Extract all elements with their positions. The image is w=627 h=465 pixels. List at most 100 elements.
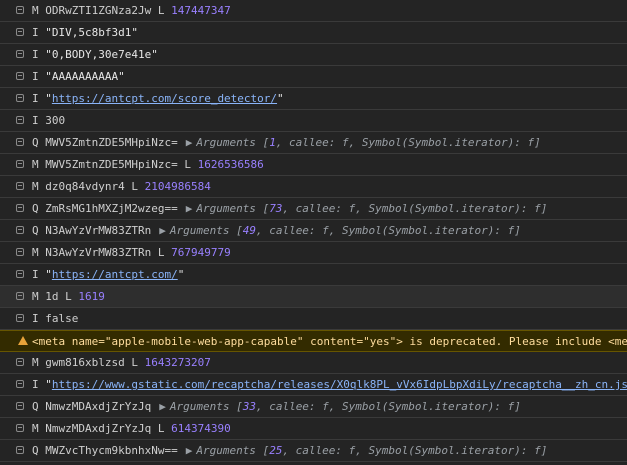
expand-group-icon[interactable]	[16, 446, 24, 454]
log-text: false	[45, 312, 79, 325]
log-prefix: I	[32, 312, 39, 325]
expand-group-icon[interactable]	[16, 72, 24, 80]
console-log-row[interactable]: I false	[0, 308, 627, 330]
log-text: ZmRsMG1hMXZjM2wzeg==	[45, 202, 178, 215]
console-log-row[interactable]: Q ZmRsMG1hMXZjM2wzeg== ▶ Arguments [73, ca…	[0, 198, 627, 220]
console-log-row[interactable]: M 1d L 1619	[0, 286, 627, 308]
expand-group-icon[interactable]	[16, 138, 24, 146]
arguments-length: 33	[242, 400, 256, 413]
log-prefix: M	[32, 180, 39, 193]
arguments-rest: , callee: f, Symbol(Symbol.iterator): f]	[275, 136, 541, 149]
quote-open: "	[45, 268, 52, 281]
log-prefix: I	[32, 26, 39, 39]
console-log-row[interactable]: I 300	[0, 110, 627, 132]
console-log-row[interactable]: Q MWZvcThycm9kbnhxNw== ▶ Arguments [25, ca…	[0, 440, 627, 462]
log-string: "AAAAAAAAAA"	[45, 70, 125, 83]
expand-group-icon[interactable]	[16, 380, 24, 388]
expand-arguments-icon[interactable]: ▶	[159, 400, 166, 413]
log-number: 1619	[78, 290, 105, 303]
log-text: ODRwZTI1ZGNza2Jw L	[45, 4, 165, 17]
log-text: gwm816xblzsd L	[45, 356, 138, 369]
log-text: MWV5ZmtnZDE5MHpiNzc= L	[45, 158, 191, 171]
expand-arguments-icon[interactable]: ▶	[186, 202, 193, 215]
arguments-open: [	[236, 224, 243, 237]
arguments-open: [	[236, 400, 243, 413]
expand-arguments-icon[interactable]: ▶	[159, 224, 166, 237]
expand-group-icon[interactable]	[16, 358, 24, 366]
log-prefix: M	[32, 422, 39, 435]
log-string: "DIV,5c8bf3d1"	[45, 26, 138, 39]
expand-group-icon[interactable]	[16, 28, 24, 36]
console-log-row[interactable]: I "https://www.gstatic.com/recaptcha/rel…	[0, 374, 627, 396]
log-prefix: Q	[32, 444, 39, 457]
arguments-length: 25	[269, 444, 283, 457]
log-link[interactable]: https://antcpt.com/score_detector/	[52, 92, 277, 105]
log-number: 1643273207	[144, 356, 211, 369]
console-log-row[interactable]: M NmwzMDAxdjZrYzJq L 614374390	[0, 418, 627, 440]
arguments-rest: , callee: f, Symbol(Symbol.iterator): f]	[255, 400, 521, 413]
expand-group-icon[interactable]	[16, 116, 24, 124]
console-log-row[interactable]: I "AAAAAAAAAA"	[0, 66, 627, 88]
log-prefix: I	[32, 268, 39, 281]
expand-group-icon[interactable]	[16, 270, 24, 278]
expand-group-icon[interactable]	[16, 248, 24, 256]
log-text: 1d L	[45, 290, 72, 303]
arguments-object[interactable]: Arguments [25, callee: f, Symbol(Symbol.…	[196, 444, 547, 457]
log-prefix: M	[32, 4, 39, 17]
expand-arguments-icon[interactable]: ▶	[186, 136, 193, 149]
console-log-row[interactable]: Q N3AwYzVrMW83ZTRn ▶ Arguments [49, callee…	[0, 220, 627, 242]
console-log-row[interactable]: M ODRwZTI1ZGNza2Jw L 147447347	[0, 0, 627, 22]
log-prefix: I	[32, 92, 39, 105]
console-log-row[interactable]: Q NmwzMDAxdjZrYzJq ▶ Arguments [33, callee…	[0, 396, 627, 418]
console-log-row[interactable]: M gwm816xblzsd L 1643273207	[0, 352, 627, 374]
arguments-object[interactable]: Arguments [33, callee: f, Symbol(Symbol.…	[170, 400, 521, 413]
console-log-row[interactable]: M MWV5ZmtnZDE5MHpiNzc= L 1626536586	[0, 154, 627, 176]
log-number: 614374390	[171, 422, 231, 435]
arguments-label: Arguments	[196, 136, 256, 149]
log-link[interactable]: https://antcpt.com/	[52, 268, 178, 281]
expand-arguments-icon[interactable]: ▶	[186, 444, 193, 457]
arguments-label: Arguments	[169, 400, 230, 413]
log-number: 767949779	[171, 246, 231, 259]
console-log-row[interactable]: M dz0q84vdynr4 L 2104986584	[0, 176, 627, 198]
console-log-row[interactable]: Q MWV5ZmtnZDE5MHpiNzc= ▶ Arguments [1, cal…	[0, 132, 627, 154]
arguments-object[interactable]: Arguments [49, callee: f, Symbol(Symbol.…	[170, 224, 521, 237]
expand-group-icon[interactable]	[16, 402, 24, 410]
expand-group-icon[interactable]	[16, 182, 24, 190]
console-log-row[interactable]: M N3AwYzVrMW83ZTRn L 767949779	[0, 242, 627, 264]
log-prefix: I	[32, 48, 39, 61]
expand-group-icon[interactable]	[16, 424, 24, 432]
log-number: 1626536586	[197, 158, 264, 171]
expand-group-icon[interactable]	[16, 292, 24, 300]
log-prefix: I	[32, 70, 39, 83]
expand-group-icon[interactable]	[16, 160, 24, 168]
expand-group-icon[interactable]	[16, 50, 24, 58]
console-log-row[interactable]: I "https://antcpt.com/"	[0, 264, 627, 286]
warning-icon	[18, 336, 28, 345]
arguments-object[interactable]: Arguments [1, callee: f, Symbol(Symbol.i…	[196, 136, 540, 149]
expand-group-icon[interactable]	[16, 204, 24, 212]
log-prefix: M	[32, 158, 39, 171]
console-log-row[interactable]: I "0,BODY,30e7e41e"	[0, 44, 627, 66]
log-text: N3AwYzVrMW83ZTRn	[45, 224, 152, 237]
log-text: MWV5ZmtnZDE5MHpiNzc=	[45, 136, 178, 149]
expand-group-icon[interactable]	[16, 226, 24, 234]
log-text: MWZvcThycm9kbnhxNw==	[45, 444, 178, 457]
log-prefix: Q	[32, 224, 39, 237]
log-link[interactable]: https://www.gstatic.com/recaptcha/releas…	[52, 378, 627, 391]
expand-group-icon[interactable]	[16, 6, 24, 14]
arguments-label: Arguments	[196, 444, 256, 457]
log-prefix: Q	[32, 202, 39, 215]
log-text: dz0q84vdynr4 L	[45, 180, 138, 193]
expand-group-icon[interactable]	[16, 314, 24, 322]
arguments-object[interactable]: Arguments [73, callee: f, Symbol(Symbol.…	[196, 202, 547, 215]
log-text: NmwzMDAxdjZrYzJq	[45, 400, 152, 413]
log-prefix: M	[32, 356, 39, 369]
arguments-rest: , callee: f, Symbol(Symbol.iterator): f]	[255, 224, 521, 237]
console-log-row[interactable]: I "https://antcpt.com/score_detector/"	[0, 88, 627, 110]
expand-group-icon[interactable]	[16, 94, 24, 102]
arguments-length: 73	[269, 202, 283, 215]
console-warning-row[interactable]: <meta name="apple-mobile-web-app-capable…	[0, 330, 627, 352]
console-log-row[interactable]: I "DIV,5c8bf3d1"	[0, 22, 627, 44]
log-prefix: I	[32, 114, 39, 127]
